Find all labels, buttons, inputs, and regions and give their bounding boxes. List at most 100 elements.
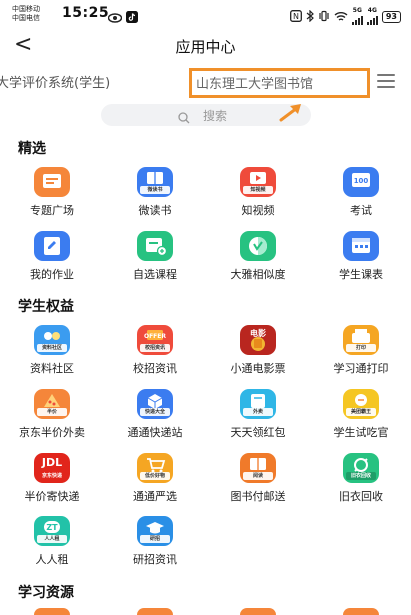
app-label: 研招资讯 <box>133 553 177 566</box>
icon-tag: 资料社区 <box>37 344 67 352</box>
app-item-elective-course[interactable]: 自选课程 <box>110 231 200 282</box>
app-label: 半价寄快递 <box>24 490 80 503</box>
app-label: 学习通打印 <box>333 362 389 375</box>
app-item-knowledge-video[interactable]: 知视频 知视频 <box>213 167 303 218</box>
partial-app-icon[interactable] <box>137 608 173 615</box>
rent-icon: ZT 人人租 <box>34 516 70 546</box>
status-bar: 中国移动 中国电信 15:25 N 5G 4G 93 <box>0 0 411 28</box>
bookmail-icon: 阅读 <box>240 453 276 483</box>
similarity-icon <box>240 231 276 261</box>
tiktok-icon <box>126 8 138 27</box>
takeout-icon: 半价 <box>34 389 70 419</box>
print-icon: 打印 <box>343 325 379 355</box>
annotation-arrow-icon <box>278 100 306 124</box>
partial-app-icon[interactable] <box>343 608 379 615</box>
app-header: < 应用中心 <box>0 28 411 64</box>
app-item-food-taster[interactable]: 美团霸王 学生试吃官 <box>316 389 406 440</box>
icon-tag: 打印 <box>346 344 376 352</box>
app-item-print[interactable]: 打印 学习通打印 <box>316 325 406 376</box>
section-title-benefits: 学生权益 <box>18 299 74 315</box>
app-label: 我的作业 <box>30 268 74 281</box>
app-label: 图书付邮送 <box>230 490 286 503</box>
app-item-red-packet[interactable]: 外卖 天天领红包 <box>213 389 303 440</box>
icon-tag: 半价 <box>37 408 67 416</box>
foodtaster-icon: 美团霸王 <box>343 389 379 419</box>
app-item-homework[interactable]: 我的作业 <box>7 231 97 282</box>
icon-tag: 微读书 <box>140 186 170 194</box>
partial-icon-row <box>0 608 411 615</box>
icon-tag: 阅读 <box>243 472 273 480</box>
icon-tag: 京东快递 <box>37 472 67 480</box>
carrier-1: 中国移动 <box>12 5 40 13</box>
svg-text:OFFER: OFFER <box>144 333 166 340</box>
nfc-icon: N <box>289 7 302 26</box>
wifi-icon <box>334 7 348 26</box>
redpacket-icon: 外卖 <box>240 389 276 419</box>
menu-icon[interactable] <box>377 74 395 88</box>
signal-5g: 5G <box>351 8 363 25</box>
app-label: 人人租 <box>35 553 69 566</box>
app-label: 小通电影票 <box>230 362 286 375</box>
app-item-express-station[interactable]: 快递大全 通通快递站 <box>110 389 200 440</box>
section-title-resources: 学习资源 <box>18 585 74 601</box>
app-item-exam[interactable]: 100 考试 <box>316 167 406 218</box>
app-item-similarity-check[interactable]: 大雅相似度 <box>213 231 303 282</box>
course-icon <box>137 231 173 261</box>
icon-tag: 快递大全 <box>140 408 170 416</box>
carrier-2: 中国电信 <box>12 14 40 22</box>
jd-express-icon: JDL 京东快递 <box>34 453 70 483</box>
exam-icon: 100 <box>343 167 379 197</box>
app-label: 考试 <box>350 204 372 217</box>
app-item-movie-ticket[interactable]: 电影 小通电影票 <box>213 325 303 376</box>
app-item-clothes-recycle[interactable]: 旧衣回收 旧衣回收 <box>316 453 406 504</box>
app-item-jd-takeout[interactable]: 半价 京东半价外卖 <box>7 389 97 440</box>
battery-indicator: 93 <box>381 10 401 23</box>
icon-tag: 校招资讯 <box>140 344 170 352</box>
carrier-info: 中国移动 中国电信 <box>12 5 40 23</box>
page-title: 应用中心 <box>175 38 236 56</box>
app-label: 天天领红包 <box>230 426 286 439</box>
app-label: 资料社区 <box>30 362 74 375</box>
app-label: 京东半价外卖 <box>19 426 85 439</box>
app-label: 学生试吃官 <box>333 426 389 439</box>
app-item-book-mail[interactable]: 阅读 图书付邮送 <box>213 453 303 504</box>
app-label: 旧衣回收 <box>339 490 383 503</box>
app-label: 自选课程 <box>133 268 177 281</box>
app-label: 专题广场 <box>30 204 74 217</box>
homework-icon <box>34 231 70 261</box>
svg-text:ZT: ZT <box>46 523 58 532</box>
icon-tag: 知视频 <box>243 186 273 194</box>
partial-app-icon[interactable] <box>34 608 70 615</box>
app-label: 通通严选 <box>133 490 177 503</box>
square-icon <box>34 167 70 197</box>
app-item-materials-community[interactable]: 资料社区 资料社区 <box>7 325 97 376</box>
signal-bars-icon <box>366 14 378 25</box>
app-item-campus-recruit[interactable]: OFFER 校招资讯 校招资讯 <box>110 325 200 376</box>
recruit-icon: OFFER 校招资讯 <box>137 325 173 355</box>
app-item-micro-reading[interactable]: 微读书 微读书 <box>110 167 200 218</box>
signal-4g: 4G <box>366 8 378 25</box>
recycle-icon: 旧衣回收 <box>343 453 379 483</box>
app-item-topic-square[interactable]: 专题广场 <box>7 167 97 218</box>
vibrate-icon <box>318 7 330 26</box>
exam-score-text: 100 <box>354 177 369 185</box>
app-label: 通通快递站 <box>127 426 183 439</box>
app-item-rent[interactable]: ZT 人人租 人人租 <box>7 516 97 567</box>
app-item-half-price-express[interactable]: JDL 京东快递 半价寄快递 <box>7 453 97 504</box>
svg-text:N: N <box>293 12 299 21</box>
section-title-featured: 精选 <box>18 141 46 157</box>
icon-tag: 旧衣回收 <box>346 472 376 480</box>
partial-app-icon[interactable] <box>240 608 276 615</box>
app-item-strict-selection[interactable]: 低价好物 通通严选 <box>110 453 200 504</box>
app-item-class-schedule[interactable]: 学生课表 <box>316 231 406 282</box>
app-item-graduate-recruit[interactable]: 研招 研招资讯 <box>110 516 200 567</box>
express-icon: 快递大全 <box>137 389 173 419</box>
tab-evaluation-system[interactable]: 大学评价系统(学生) <box>0 72 110 91</box>
materials-icon: 资料社区 <box>34 325 70 355</box>
clock: 15:25 <box>62 5 110 21</box>
icon-tag: 研招 <box>140 535 170 543</box>
cart-icon: 低价好物 <box>137 453 173 483</box>
tab-library[interactable]: 山东理工大学图书馆 <box>196 73 313 92</box>
graduate-icon: 研招 <box>137 516 173 546</box>
bluetooth-icon <box>306 7 314 26</box>
